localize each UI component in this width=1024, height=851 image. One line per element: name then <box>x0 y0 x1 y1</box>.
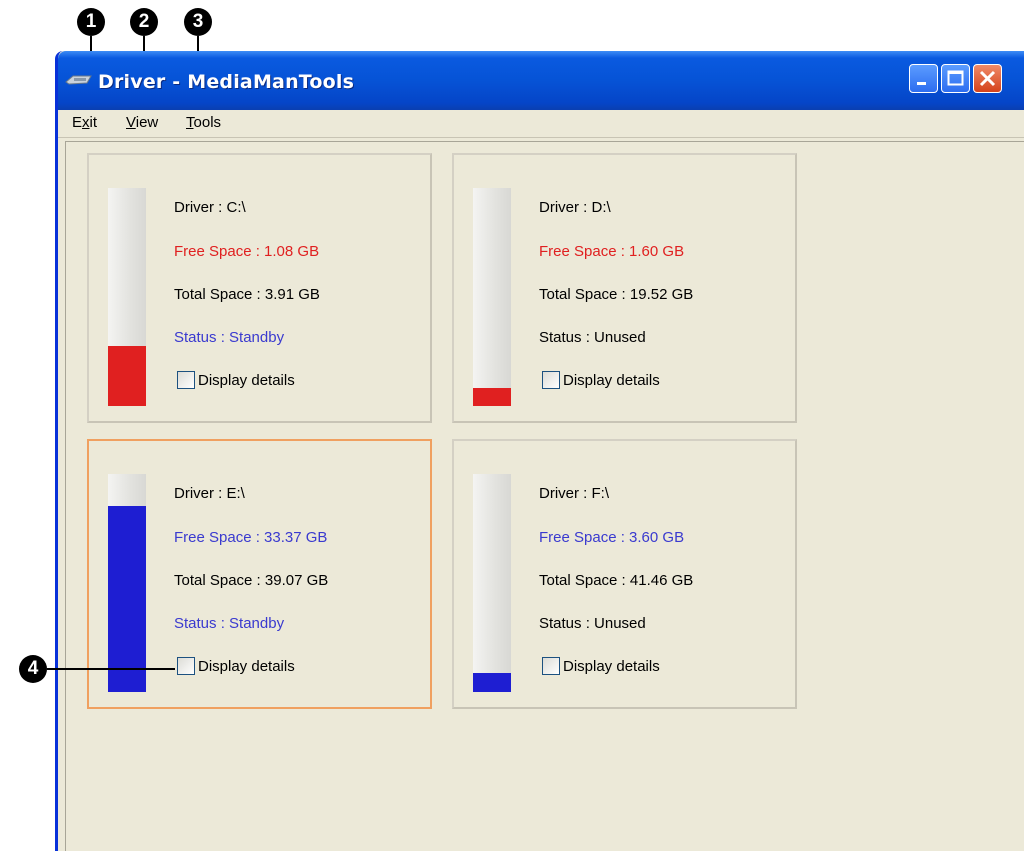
space-gauge <box>473 474 511 692</box>
status-text: Status : Standby <box>174 615 285 632</box>
display-details-checkbox[interactable] <box>177 657 195 675</box>
drive-app-icon <box>65 75 92 85</box>
drive-label: Driver : E:\ <box>174 485 245 502</box>
drive-label: Driver : C:\ <box>174 199 246 216</box>
minimize-button[interactable] <box>909 64 938 93</box>
free-space-text: Free Space : 1.60 GB <box>539 243 685 260</box>
space-gauge-fill <box>108 505 146 692</box>
close-icon <box>979 70 996 87</box>
display-details-checkbox[interactable] <box>542 371 560 389</box>
free-space-text: Free Space : 3.60 GB <box>539 529 685 546</box>
drive-label: Driver : F:\ <box>539 485 609 502</box>
total-space-text: Total Space : 19.52 GB <box>539 286 694 303</box>
display-details-control[interactable]: Display details <box>542 657 660 675</box>
close-button[interactable] <box>973 64 1002 93</box>
title-bar[interactable]: Driver - MediaManTools <box>58 51 1024 110</box>
display-details-control[interactable]: Display details <box>542 371 660 389</box>
minimize-icon <box>917 82 926 85</box>
drive-label: Driver : D:\ <box>539 199 611 216</box>
menu-view[interactable]: View <box>126 114 158 131</box>
drive-panel-f[interactable]: Driver : F:\ Free Space : 3.60 GB Total Sp… <box>452 439 797 709</box>
display-details-checkbox[interactable] <box>177 371 195 389</box>
menu-exit[interactable]: Exit <box>72 114 97 131</box>
drive-panel-d[interactable]: Driver : D:\ Free Space : 1.60 GB Total Sp… <box>452 153 797 423</box>
total-space-text: Total Space : 41.46 GB <box>539 572 694 589</box>
menu-tools[interactable]: Tools <box>186 114 221 131</box>
menu-bar: Exit View Tools <box>58 110 1024 138</box>
status-text: Status : Unused <box>539 615 646 632</box>
window-title: Driver - MediaManTools <box>98 71 355 93</box>
callout-3: 3 <box>184 8 212 36</box>
space-gauge-fill <box>473 388 511 406</box>
callout-4: 4 <box>19 655 47 683</box>
free-space-text: Free Space : 1.08 GB <box>174 243 320 260</box>
free-space-text: Free Space : 33.37 GB <box>174 529 328 546</box>
display-details-control[interactable]: Display details <box>177 371 295 389</box>
callout-2: 2 <box>130 8 158 36</box>
drives-area: Driver : C:\ Free Space : 1.08 GB Total Sp… <box>65 141 1024 851</box>
maximize-button[interactable] <box>941 64 970 93</box>
display-details-checkbox[interactable] <box>542 657 560 675</box>
callout-1: 1 <box>77 8 105 36</box>
maximize-icon <box>947 70 964 86</box>
total-space-text: Total Space : 3.91 GB <box>174 286 320 303</box>
display-details-label: Display details <box>198 657 295 675</box>
drive-panel-c[interactable]: Driver : C:\ Free Space : 1.08 GB Total Sp… <box>87 153 432 423</box>
callout-4-line <box>47 668 175 670</box>
space-gauge <box>108 188 146 406</box>
app-window: Driver - MediaManTools Exit View Tools D… <box>55 51 1024 851</box>
display-details-control[interactable]: Display details <box>177 657 295 675</box>
space-gauge-fill <box>108 345 146 406</box>
display-details-label: Display details <box>198 371 295 389</box>
total-space-text: Total Space : 39.07 GB <box>174 572 329 589</box>
space-gauge <box>108 474 146 692</box>
space-gauge <box>473 188 511 406</box>
display-details-label: Display details <box>563 371 660 389</box>
status-text: Status : Unused <box>539 329 646 346</box>
space-gauge-fill <box>473 673 511 692</box>
status-text: Status : Standby <box>174 329 285 346</box>
display-details-label: Display details <box>563 657 660 675</box>
